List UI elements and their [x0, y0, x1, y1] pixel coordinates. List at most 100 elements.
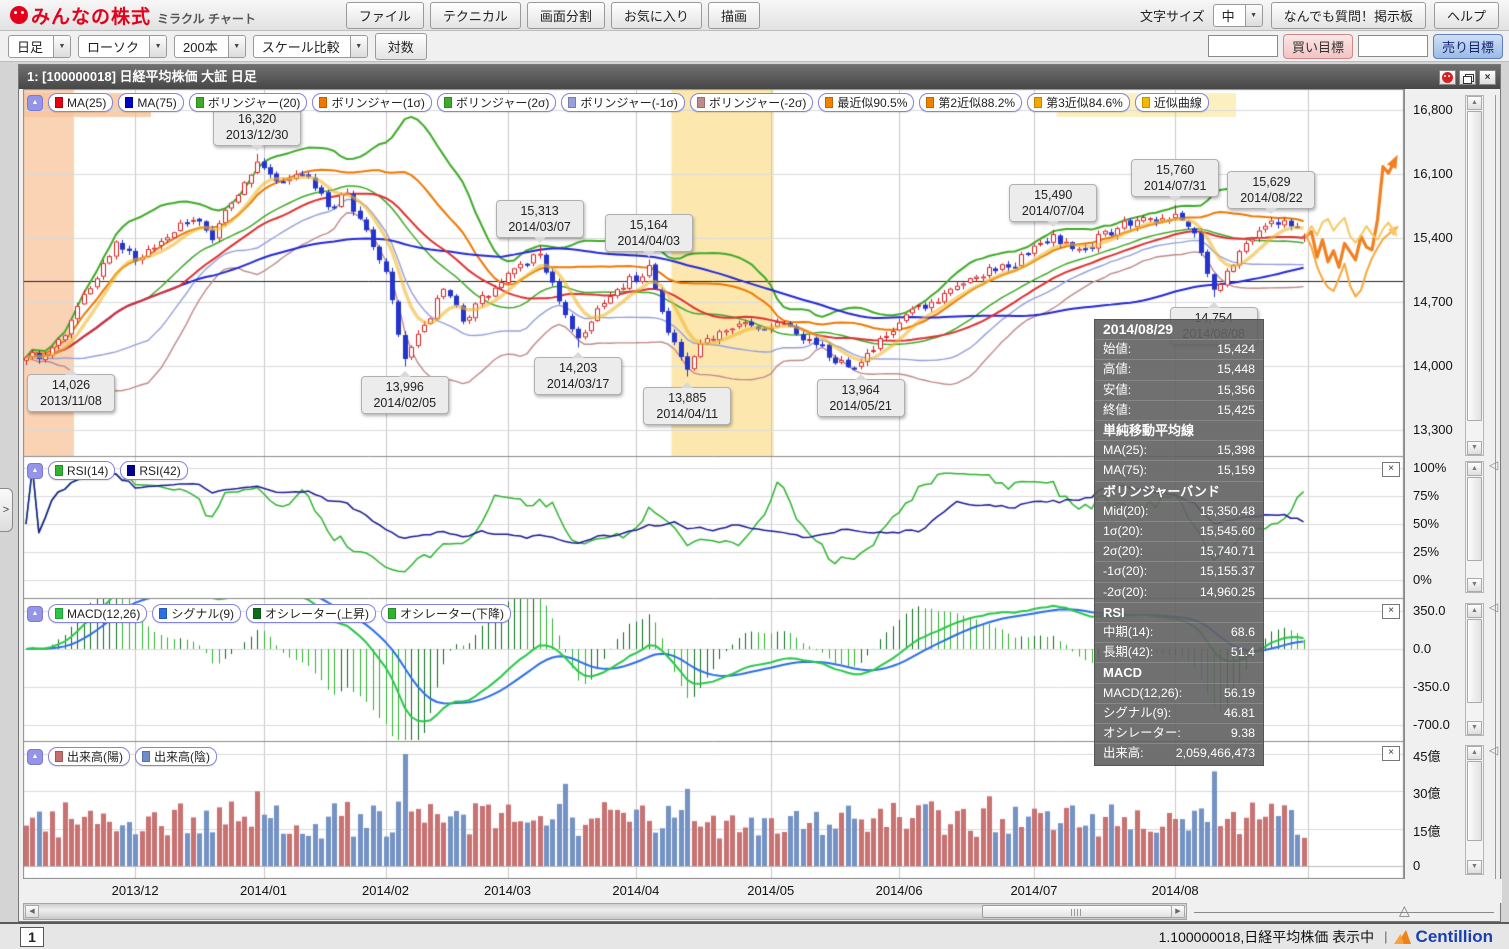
- scroll-down-icon[interactable]: ▼: [1467, 860, 1482, 874]
- legend-volume-up[interactable]: 出来高(陽): [48, 747, 130, 766]
- scale-compare-select[interactable]: スケール比較 ▼: [253, 35, 368, 58]
- menu-button-technical[interactable]: テクニカル: [430, 2, 521, 29]
- vertical-scroll-thumb[interactable]: [1467, 619, 1482, 703]
- scroll-up-icon[interactable]: ▲: [1467, 96, 1482, 110]
- scroll-up-icon[interactable]: ▲: [1467, 746, 1482, 760]
- collapse-panel-icon[interactable]: ▲: [27, 606, 43, 622]
- bar-width-slider[interactable]: △: [1194, 903, 1494, 921]
- axis-tick-label: 13,300: [1413, 422, 1453, 437]
- resize-handle-icon[interactable]: ◁: [1489, 459, 1498, 471]
- legend-label: 近似曲線: [1154, 94, 1202, 111]
- scale-compare-value: スケール比較: [254, 37, 350, 56]
- sidebar-expand-tab[interactable]: >: [0, 488, 13, 532]
- close-rsi-panel-icon[interactable]: ×: [1382, 462, 1400, 477]
- chevron-down-icon[interactable]: ▼: [149, 36, 166, 57]
- legend-fitted-curve[interactable]: 近似曲線: [1135, 93, 1209, 112]
- chart-annotation: 15,6292014/08/22: [1227, 171, 1315, 209]
- app-root: { "app": { "logo": {"brand": "みんなの株式", "…: [0, 0, 1509, 949]
- axis-tick-label: 15,400: [1413, 230, 1453, 245]
- legend-swatch: [55, 608, 63, 619]
- close-macd-panel-icon[interactable]: ×: [1382, 604, 1400, 619]
- tooltip-row: 安値:15,356: [1095, 380, 1263, 400]
- chevron-down-icon[interactable]: ▼: [350, 36, 367, 57]
- menu-button-file[interactable]: ファイル: [346, 2, 424, 29]
- legend-best-match[interactable]: 最近似90.5%: [818, 93, 914, 112]
- close-volume-panel-icon[interactable]: ×: [1382, 746, 1400, 761]
- qa-board-button[interactable]: なんでも質問！掲示板: [1271, 2, 1426, 29]
- panel-vertical-scrollbar[interactable]: ▲▼: [1465, 603, 1484, 736]
- legend-volume-down[interactable]: 出来高(陰): [135, 747, 217, 766]
- chevron-down-icon[interactable]: ▼: [1245, 5, 1262, 26]
- chart-type-select[interactable]: ローソク ▼: [78, 35, 167, 58]
- scroll-right-icon[interactable]: ▶: [1171, 905, 1185, 918]
- legend-rsi-42[interactable]: RSI(42): [120, 461, 187, 480]
- scroll-down-icon[interactable]: ▼: [1467, 721, 1482, 735]
- chart-annotation: 13,9642014/05/21: [817, 379, 905, 417]
- buy-target-button[interactable]: 買い目標: [1283, 34, 1353, 59]
- header-right: 文字サイズ 中 ▼ なんでも質問！掲示板 ヘルプ: [1140, 2, 1499, 29]
- legend-bollinger-minus-2s[interactable]: ボリンジャー(-2σ): [690, 93, 813, 112]
- legend-signal-9[interactable]: シグナル(9): [152, 604, 241, 623]
- chevron-down-icon[interactable]: ▼: [228, 36, 245, 57]
- legend-third-match[interactable]: 第3近似84.6%: [1027, 93, 1130, 112]
- tooltip-row: 中期(14):68.6: [1095, 622, 1263, 642]
- scroll-left-icon[interactable]: ◀: [25, 905, 39, 918]
- scroll-up-icon[interactable]: ▲: [1467, 604, 1482, 618]
- menu-button-favorites[interactable]: お気に入り: [611, 2, 702, 29]
- legend-macd-12-26[interactable]: MACD(12,26): [48, 604, 147, 623]
- sell-target-button[interactable]: 売り目標: [1433, 34, 1503, 59]
- legend-second-match[interactable]: 第2近似88.2%: [919, 93, 1022, 112]
- chevron-down-icon[interactable]: ▼: [53, 36, 70, 57]
- log-scale-button[interactable]: 対数: [375, 33, 427, 60]
- scroll-down-icon[interactable]: ▼: [1467, 441, 1482, 455]
- legend-label: シグナル(9): [171, 605, 234, 622]
- legend-label: ボリンジャー(-2σ): [709, 94, 806, 111]
- resize-handle-icon[interactable]: ◁: [1489, 601, 1498, 613]
- legend-oscillator-up[interactable]: オシレーター(上昇): [246, 604, 376, 623]
- time-axis-label: 2014/01: [229, 883, 299, 898]
- legend-bollinger-plus-1s[interactable]: ボリンジャー(1σ): [312, 93, 431, 112]
- chart-tab-1[interactable]: 1: [20, 927, 44, 947]
- legend-bollinger-minus-1s[interactable]: ボリンジャー(-1σ): [561, 93, 684, 112]
- legend-ma-25[interactable]: MA(25): [48, 93, 113, 112]
- centillion-mountain-icon: [1397, 930, 1413, 944]
- annotation-date: 2013/12/30: [214, 127, 300, 143]
- restore-window-icon[interactable]: [1459, 70, 1476, 85]
- period-select[interactable]: 日足 ▼: [8, 35, 71, 58]
- bar-count-select[interactable]: 200本 ▼: [174, 35, 246, 58]
- legend-label: 最近似90.5%: [837, 94, 907, 111]
- horizontal-scroll-thumb[interactable]: [982, 905, 1172, 918]
- legend-ma-75[interactable]: MA(75): [118, 93, 183, 112]
- collapse-panel-icon[interactable]: ▲: [27, 463, 43, 479]
- font-size-select[interactable]: 中 ▼: [1213, 4, 1263, 27]
- resize-handle-icon[interactable]: ◁: [1489, 744, 1498, 756]
- horizontal-scrollbar[interactable]: ◀ ▶: [23, 903, 1187, 920]
- menu-button-split-screen[interactable]: 画面分割: [527, 2, 605, 29]
- legend-bollinger-plus-2s[interactable]: ボリンジャー(2σ): [437, 93, 556, 112]
- centillion-name: Centillion: [1416, 927, 1493, 947]
- buy-target-input[interactable]: [1208, 35, 1278, 57]
- menu-button-draw[interactable]: 描画: [708, 2, 760, 29]
- tooltip-row: オシレーター:9.38: [1095, 723, 1263, 743]
- slider-knob-icon[interactable]: △: [1399, 902, 1410, 919]
- scroll-up-icon[interactable]: ▲: [1467, 462, 1482, 476]
- legend-oscillator-down[interactable]: オシレーター(下降): [381, 604, 511, 623]
- sell-target-input[interactable]: [1358, 35, 1428, 57]
- chart-annotation: 15,1642014/04/03: [605, 214, 693, 252]
- panel-vertical-scrollbar[interactable]: ▲▼: [1465, 95, 1484, 456]
- legend-rsi-14[interactable]: RSI(14): [48, 461, 115, 480]
- scroll-down-icon[interactable]: ▼: [1467, 578, 1482, 592]
- help-button[interactable]: ヘルプ: [1434, 2, 1499, 29]
- mascot-icon[interactable]: [1439, 70, 1456, 85]
- collapse-panel-icon[interactable]: ▲: [27, 95, 43, 111]
- vertical-scroll-thumb[interactable]: [1467, 761, 1482, 841]
- collapse-panel-icon[interactable]: ▲: [27, 749, 43, 765]
- panel-vertical-scrollbar[interactable]: ▲▼: [1465, 461, 1484, 593]
- vertical-scroll-thumb[interactable]: [1467, 477, 1482, 561]
- close-window-icon[interactable]: ×: [1479, 70, 1496, 85]
- panel-vertical-scrollbar[interactable]: ▲▼: [1465, 745, 1484, 875]
- status-message: 1.100000018,日経平均株価 表示中: [1159, 927, 1375, 947]
- legend-bollinger-20[interactable]: ボリンジャー(20): [189, 93, 308, 112]
- chart-window-titlebar[interactable]: 1: [100000018] 日経平均株価 大証 日足 ×: [19, 65, 1500, 89]
- vertical-scroll-thumb[interactable]: [1467, 111, 1482, 421]
